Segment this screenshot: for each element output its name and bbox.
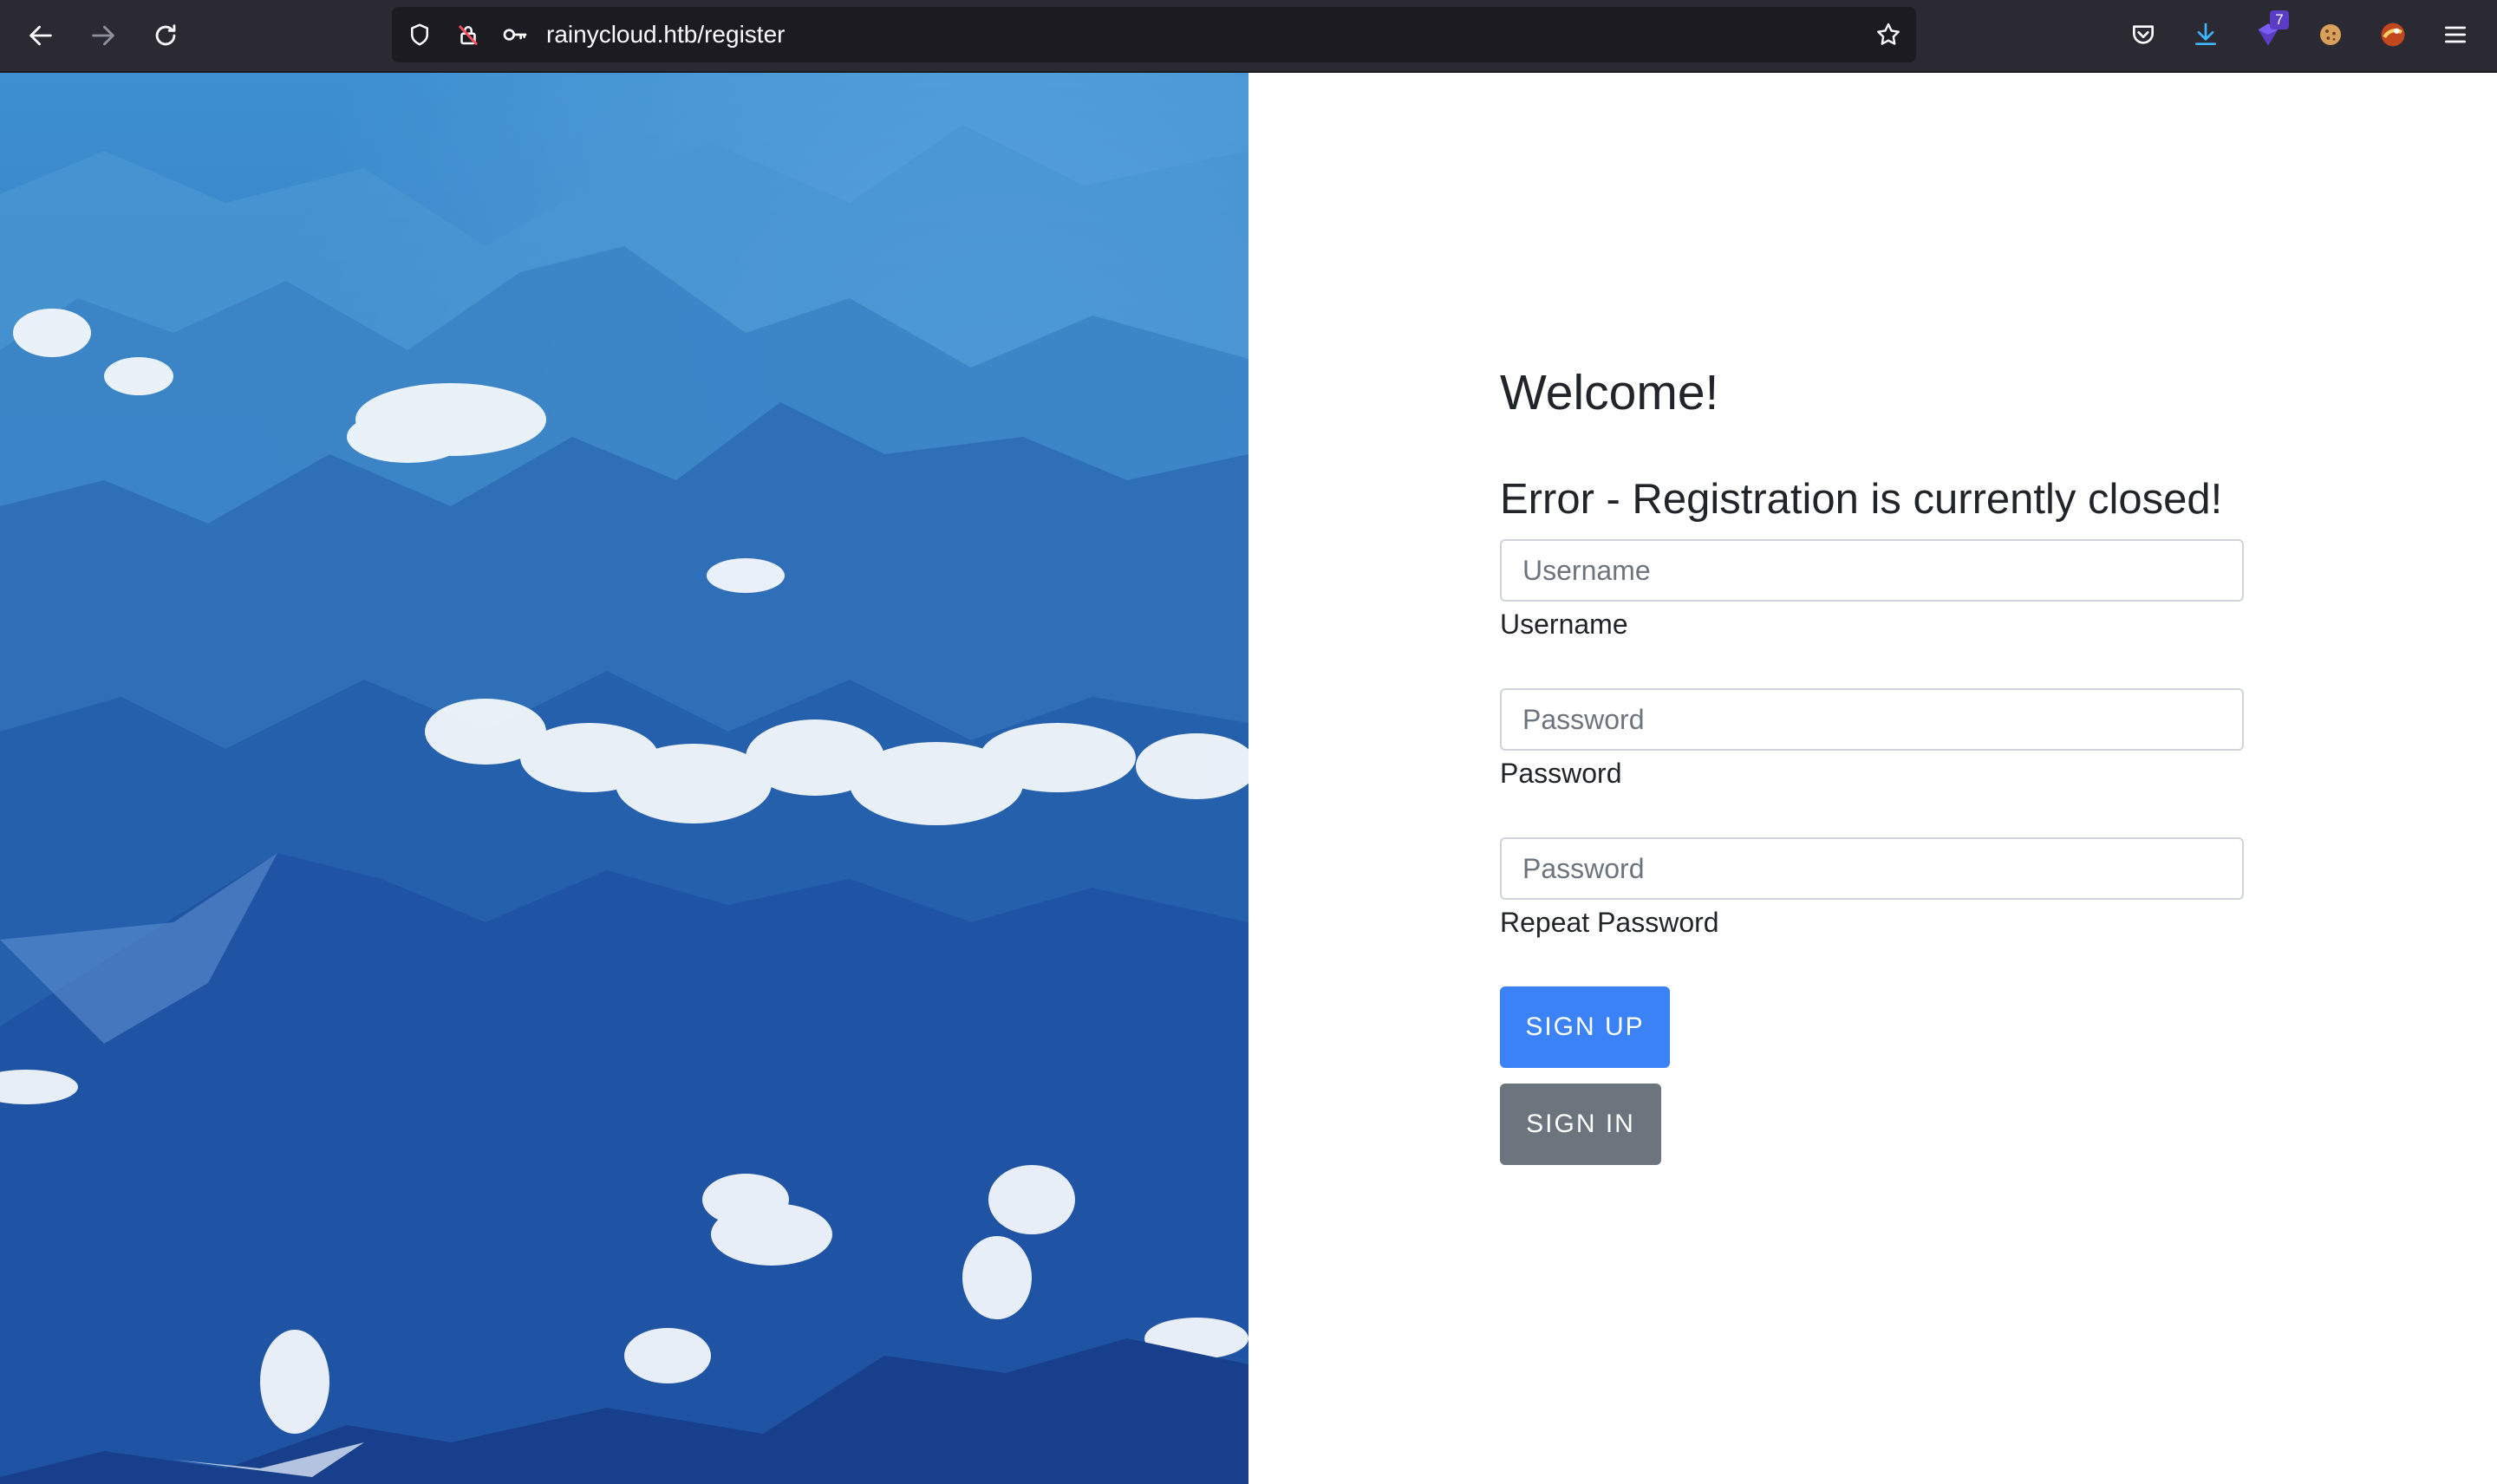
menu-icon[interactable] bbox=[2436, 16, 2474, 54]
download-icon[interactable] bbox=[2187, 16, 2225, 54]
forward-arrow-icon[interactable] bbox=[83, 16, 123, 55]
shield-icon[interactable] bbox=[404, 19, 435, 50]
page-title: Welcome! bbox=[1500, 365, 1719, 420]
error-message: Error - Registration is currently closed… bbox=[1500, 476, 2223, 523]
username-input[interactable] bbox=[1500, 539, 2244, 602]
cookie-icon[interactable] bbox=[2311, 16, 2350, 54]
sign-up-button[interactable]: SIGN UP bbox=[1500, 986, 1670, 1068]
password-input[interactable] bbox=[1500, 688, 2244, 751]
url-text[interactable]: rainycloud.htb/register bbox=[546, 19, 785, 50]
browser-toolbar: rainycloud.htb/register 7 bbox=[0, 0, 2497, 73]
sign-in-button[interactable]: SIGN IN bbox=[1500, 1084, 1661, 1165]
bookmark-star-icon[interactable] bbox=[1873, 19, 1904, 50]
back-arrow-icon[interactable] bbox=[21, 16, 61, 55]
avatar-icon[interactable] bbox=[2374, 16, 2412, 54]
password-label: Password bbox=[1500, 758, 1622, 789]
url-bar[interactable]: rainycloud.htb/register bbox=[392, 7, 1916, 62]
insecure-lock-icon[interactable] bbox=[453, 19, 484, 50]
username-label: Username bbox=[1500, 609, 1628, 640]
repeat-password-label: Repeat Password bbox=[1500, 907, 1719, 938]
mountain-image bbox=[0, 73, 1248, 1484]
pocket-icon[interactable] bbox=[2124, 16, 2162, 54]
repeat-password-input[interactable] bbox=[1500, 837, 2244, 900]
reload-icon[interactable] bbox=[146, 16, 186, 55]
extension-badge: 7 bbox=[2270, 10, 2289, 29]
extension-icon[interactable]: 7 bbox=[2249, 10, 2289, 54]
key-icon[interactable] bbox=[499, 19, 531, 50]
